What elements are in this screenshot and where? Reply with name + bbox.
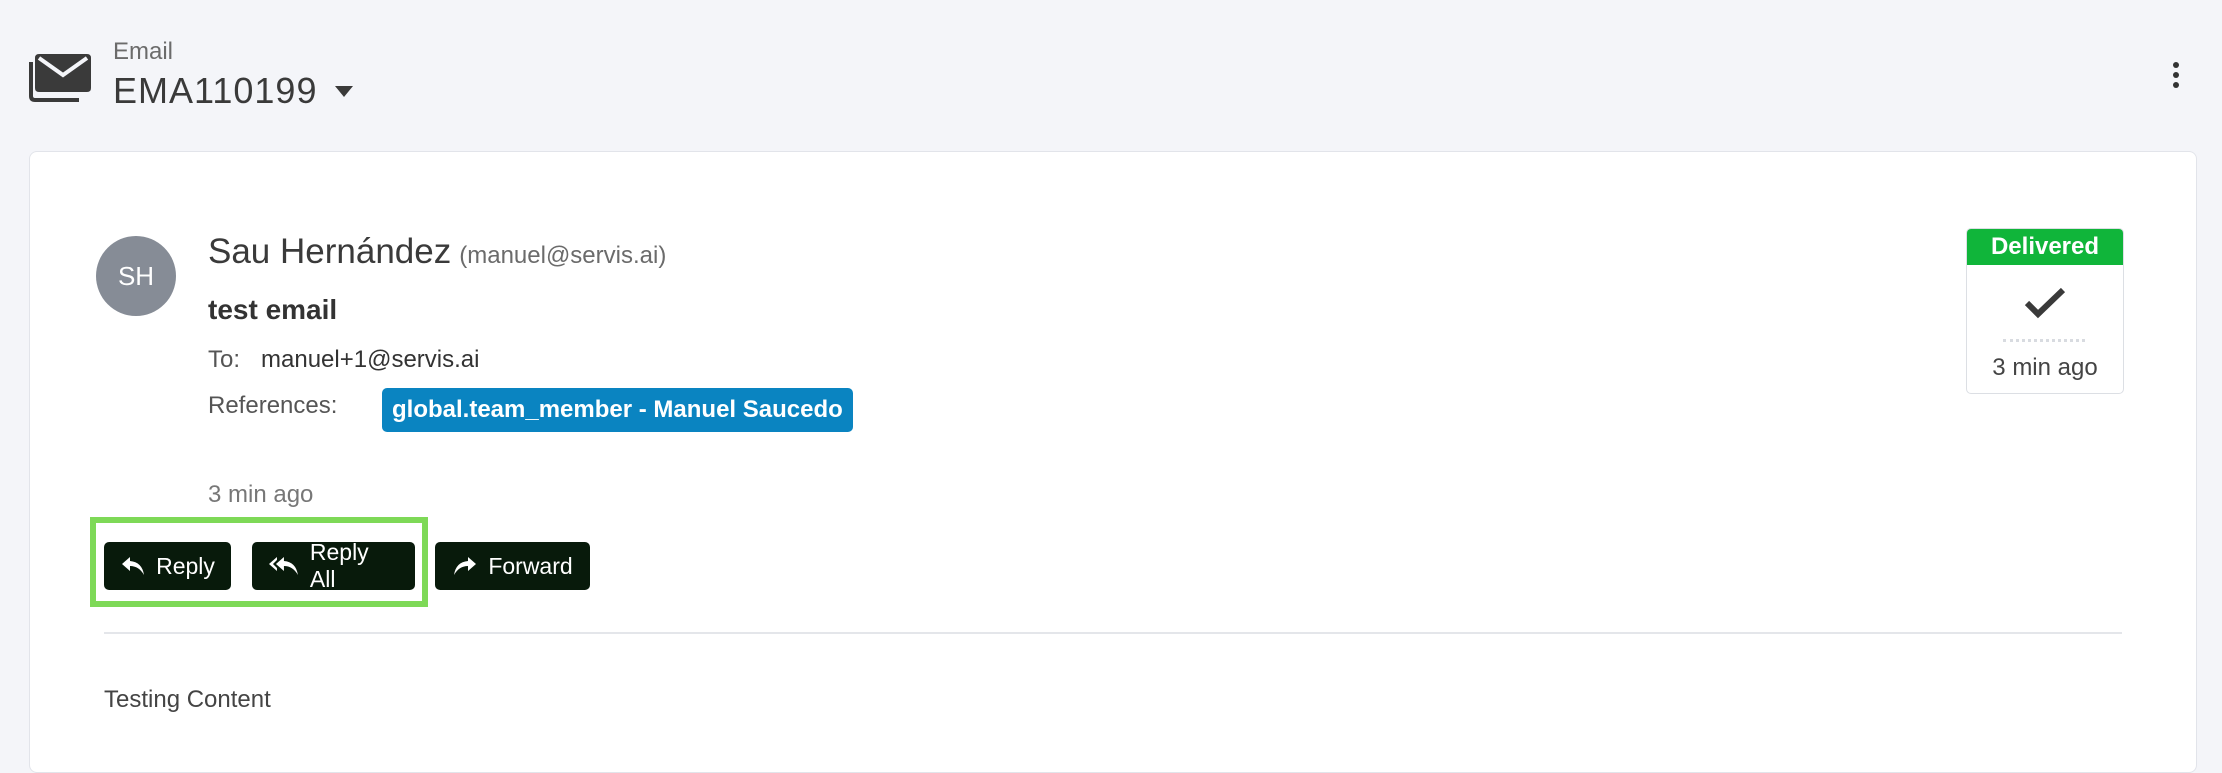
forward-button[interactable]: Forward	[435, 542, 590, 590]
to-value: manuel+1@servis.ai	[261, 346, 480, 373]
forward-label: Forward	[488, 552, 573, 579]
sent-time: 3 min ago	[208, 481, 314, 508]
record-id: EMA110199	[113, 70, 318, 111]
email-card: SH Sau Hernández (manuel@servis.ai) test…	[29, 151, 2197, 773]
divider	[104, 632, 2122, 634]
to-label: To:	[208, 346, 241, 373]
envelope-icon	[29, 54, 91, 102]
sender-email: (manuel@servis.ai)	[459, 242, 667, 269]
check-icon	[2024, 287, 2066, 319]
status-time: 3 min ago	[1992, 354, 2098, 381]
email-subject: test email	[208, 294, 338, 325]
sender-line: Sau Hernández (manuel@servis.ai)	[208, 232, 666, 272]
more-options-icon[interactable]	[2160, 60, 2190, 90]
reply-all-label: Reply All	[309, 539, 369, 592]
email-body: Testing Content	[104, 686, 271, 713]
page-header: Email EMA110199	[0, 0, 2222, 150]
record-type-label: Email	[113, 38, 174, 65]
reference-badge[interactable]: global.team_member - Manuel Saucedo	[382, 388, 853, 432]
status-badge: Delivered	[1967, 229, 2123, 265]
reply-label: Reply	[156, 552, 215, 579]
avatar: SH	[96, 236, 176, 316]
record-title-dropdown[interactable]: EMA110199	[113, 70, 354, 112]
status-divider	[2003, 339, 2085, 342]
forward-icon	[454, 557, 477, 575]
references-label: References:	[208, 392, 338, 419]
reply-icon	[122, 557, 145, 575]
caret-down-icon[interactable]	[335, 85, 354, 97]
delivery-status: Delivered 3 min ago	[1966, 228, 2124, 394]
sender-name: Sau Hernández	[208, 232, 452, 271]
reply-button[interactable]: Reply	[104, 542, 231, 590]
reply-all-icon	[268, 557, 298, 575]
reply-all-button[interactable]: Reply All	[252, 539, 415, 592]
